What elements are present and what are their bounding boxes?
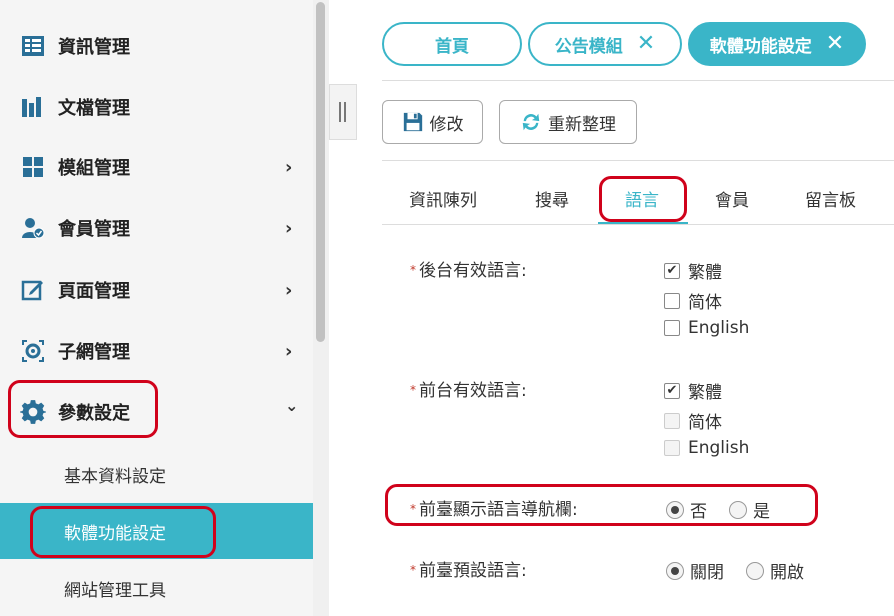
sidebar-item-document-management[interactable]: 文檔管理 — [0, 77, 313, 137]
sidebar-subitem-basic-settings[interactable]: 基本資料設定 — [0, 446, 313, 502]
sidebar-item-parameter-settings[interactable]: 參數設定 ⌄ — [0, 382, 313, 442]
radio[interactable] — [729, 500, 747, 519]
edit-button[interactable]: 修改 — [382, 100, 483, 144]
radio-selected[interactable] — [666, 561, 684, 580]
refresh-button-label: 重新整理 — [548, 114, 616, 135]
close-icon[interactable]: ✕ — [826, 33, 844, 55]
sidebar-item-subnet-management[interactable]: 子網管理 › — [0, 321, 313, 381]
chevron-right-icon: › — [285, 279, 293, 301]
checkbox-checked[interactable]: ✔ — [664, 382, 680, 399]
chevron-right-icon: › — [285, 217, 293, 239]
sidebar-item-label: 資訊管理 — [58, 37, 130, 58]
sidebar-subitem-label: 網站管理工具 — [64, 580, 166, 601]
frontend-languages-label: * 前台有效語言: — [410, 381, 527, 401]
required-mark: * — [410, 502, 416, 516]
checkbox[interactable] — [664, 320, 680, 336]
frontend-lang-option-english: English — [664, 438, 749, 458]
required-mark: * — [410, 263, 416, 277]
sidebar-collapse-handle[interactable] — [329, 84, 357, 140]
refresh-icon — [520, 111, 542, 133]
sidebar-scrollbar[interactable] — [313, 0, 329, 616]
edit-button-label: 修改 — [429, 114, 464, 135]
checkbox-disabled — [664, 440, 680, 456]
divider — [382, 80, 894, 81]
sidebar-subitem-site-tools[interactable]: 網站管理工具 — [0, 560, 313, 616]
subtab-message-board[interactable]: 留言板 — [805, 186, 856, 211]
default-language-option-on[interactable]: 開啟 — [746, 558, 804, 583]
refresh-button[interactable]: 重新整理 — [499, 100, 637, 144]
subtab-search[interactable]: 搜尋 — [535, 186, 569, 211]
sidebar-subitem-software-settings[interactable]: 軟體功能設定 — [0, 503, 313, 559]
edit-page-icon — [20, 277, 46, 303]
sidebar-item-label: 會員管理 — [58, 219, 130, 240]
sidebar-item-label: 文檔管理 — [58, 98, 130, 119]
tab-label: 軟體功能設定 — [709, 36, 812, 57]
info-grid-icon — [20, 33, 46, 59]
subtab-language[interactable]: 語言 — [625, 186, 659, 211]
chevron-right-icon: › — [285, 156, 293, 178]
language-navbar-option-yes[interactable]: 是 — [729, 497, 770, 522]
sidebar-item-module-management[interactable]: 模組管理 › — [0, 137, 313, 197]
radio-selected[interactable] — [666, 500, 684, 519]
sidebar-item-page-management[interactable]: 頁面管理 › — [0, 260, 313, 320]
frontend-lang-option-simplified: 简体 — [664, 408, 722, 433]
sidebar-item-info-management[interactable]: 資訊管理 — [0, 16, 313, 76]
backend-lang-option-english[interactable]: English — [664, 318, 749, 338]
chevron-right-icon: › — [285, 340, 293, 362]
checkbox-checked[interactable]: ✔ — [664, 262, 680, 279]
sidebar: 資訊管理 文檔管理 模組管理 › 會員管理 › 頁面管理 › 子網管理 › 參數… — [0, 0, 313, 616]
tab-label: 公告模組 — [554, 36, 623, 57]
sidebar-item-label: 頁面管理 — [58, 281, 130, 302]
required-mark: * — [410, 383, 416, 397]
sidebar-item-label: 模組管理 — [58, 158, 130, 179]
sidebar-subitem-label: 基本資料設定 — [64, 466, 166, 487]
backend-lang-option-simplified[interactable]: 简体 — [664, 288, 722, 313]
required-mark: * — [410, 563, 416, 577]
sidebar-item-member-management[interactable]: 會員管理 › — [0, 198, 313, 258]
tab-announcement-module[interactable]: 公告模組 ✕ — [528, 22, 682, 66]
modules-grid-icon — [20, 154, 46, 180]
subtab-info-display[interactable]: 資訊陳列 — [409, 186, 477, 211]
tab-software-settings[interactable]: 軟體功能設定 ✕ — [688, 22, 866, 66]
default-language-option-off[interactable]: 關閉 — [666, 558, 724, 583]
divider — [382, 160, 894, 161]
sidebar-subitem-label: 軟體功能設定 — [64, 523, 166, 544]
checkbox-disabled — [664, 412, 680, 429]
sidebar-item-label: 子網管理 — [58, 342, 130, 363]
checkbox[interactable] — [664, 292, 680, 309]
backend-lang-option-traditional[interactable]: ✔ 繁體 — [664, 258, 722, 283]
chevron-down-icon: ⌄ — [285, 396, 299, 415]
document-bars-icon — [20, 94, 46, 120]
language-navbar-option-no[interactable]: 否 — [666, 497, 707, 522]
save-icon — [402, 111, 424, 133]
scrollbar-thumb[interactable] — [316, 2, 325, 342]
backend-languages-label: * 後台有效語言: — [410, 261, 527, 281]
divider — [382, 224, 894, 225]
sidebar-item-label: 參數設定 — [58, 403, 130, 424]
frontend-lang-option-traditional[interactable]: ✔ 繁體 — [664, 378, 722, 403]
subtab-member[interactable]: 會員 — [715, 186, 749, 211]
tab-label: 首頁 — [435, 36, 469, 57]
default-language-label: * 前臺預設語言: — [410, 561, 527, 581]
tab-home[interactable]: 首頁 — [382, 22, 522, 66]
close-icon[interactable]: ✕ — [637, 33, 655, 55]
member-check-icon — [20, 215, 46, 241]
language-navbar-label: * 前臺顯示語言導航欄: — [410, 500, 578, 520]
subnet-icon — [20, 338, 46, 364]
gear-icon — [20, 399, 46, 425]
radio[interactable] — [746, 561, 764, 580]
